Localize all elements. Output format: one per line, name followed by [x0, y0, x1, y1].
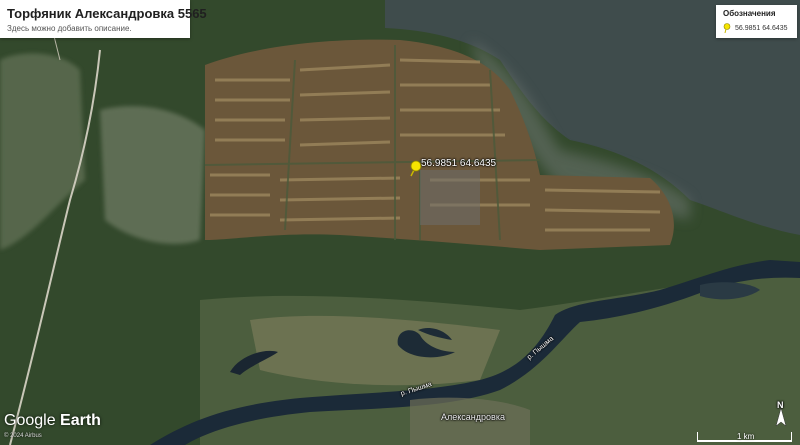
legend-panel[interactable]: Обозначения 56.9851 64.6435	[716, 5, 797, 38]
legend-item-label: 56.9851 64.6435	[735, 24, 788, 32]
placemark-description: Здесь можно добавить описание.	[7, 24, 132, 33]
logo-word-earth: Earth	[60, 412, 101, 429]
meadow	[250, 315, 500, 386]
compass-north-label: N	[777, 400, 784, 410]
legend-heading: Обозначения	[723, 9, 776, 18]
logo-word-google: Google	[4, 412, 56, 429]
scale-label: 1 km	[737, 432, 755, 441]
pin-head	[410, 160, 422, 172]
imagery-copyright: © 2024 Airbus	[4, 433, 42, 439]
google-earth-logo: Google Earth	[4, 412, 101, 430]
satellite-map[interactable]	[0, 0, 800, 445]
title-card[interactable]: Торфяник Александровка 5565 Здесь можно …	[0, 0, 207, 38]
yellow-pushpin-icon	[723, 23, 731, 33]
placemark-title: Торфяник Александровка 5565	[7, 6, 207, 21]
placemark-label[interactable]: 56.9851 64.6435	[421, 158, 496, 169]
scale-bar: 1 km	[697, 430, 792, 442]
grey-bog-patch	[420, 170, 480, 225]
village-label: Александровка	[441, 412, 505, 422]
scale-tick-right	[791, 432, 792, 441]
legend-item[interactable]: 56.9851 64.6435	[723, 23, 788, 33]
marsh-mid	[100, 106, 205, 244]
